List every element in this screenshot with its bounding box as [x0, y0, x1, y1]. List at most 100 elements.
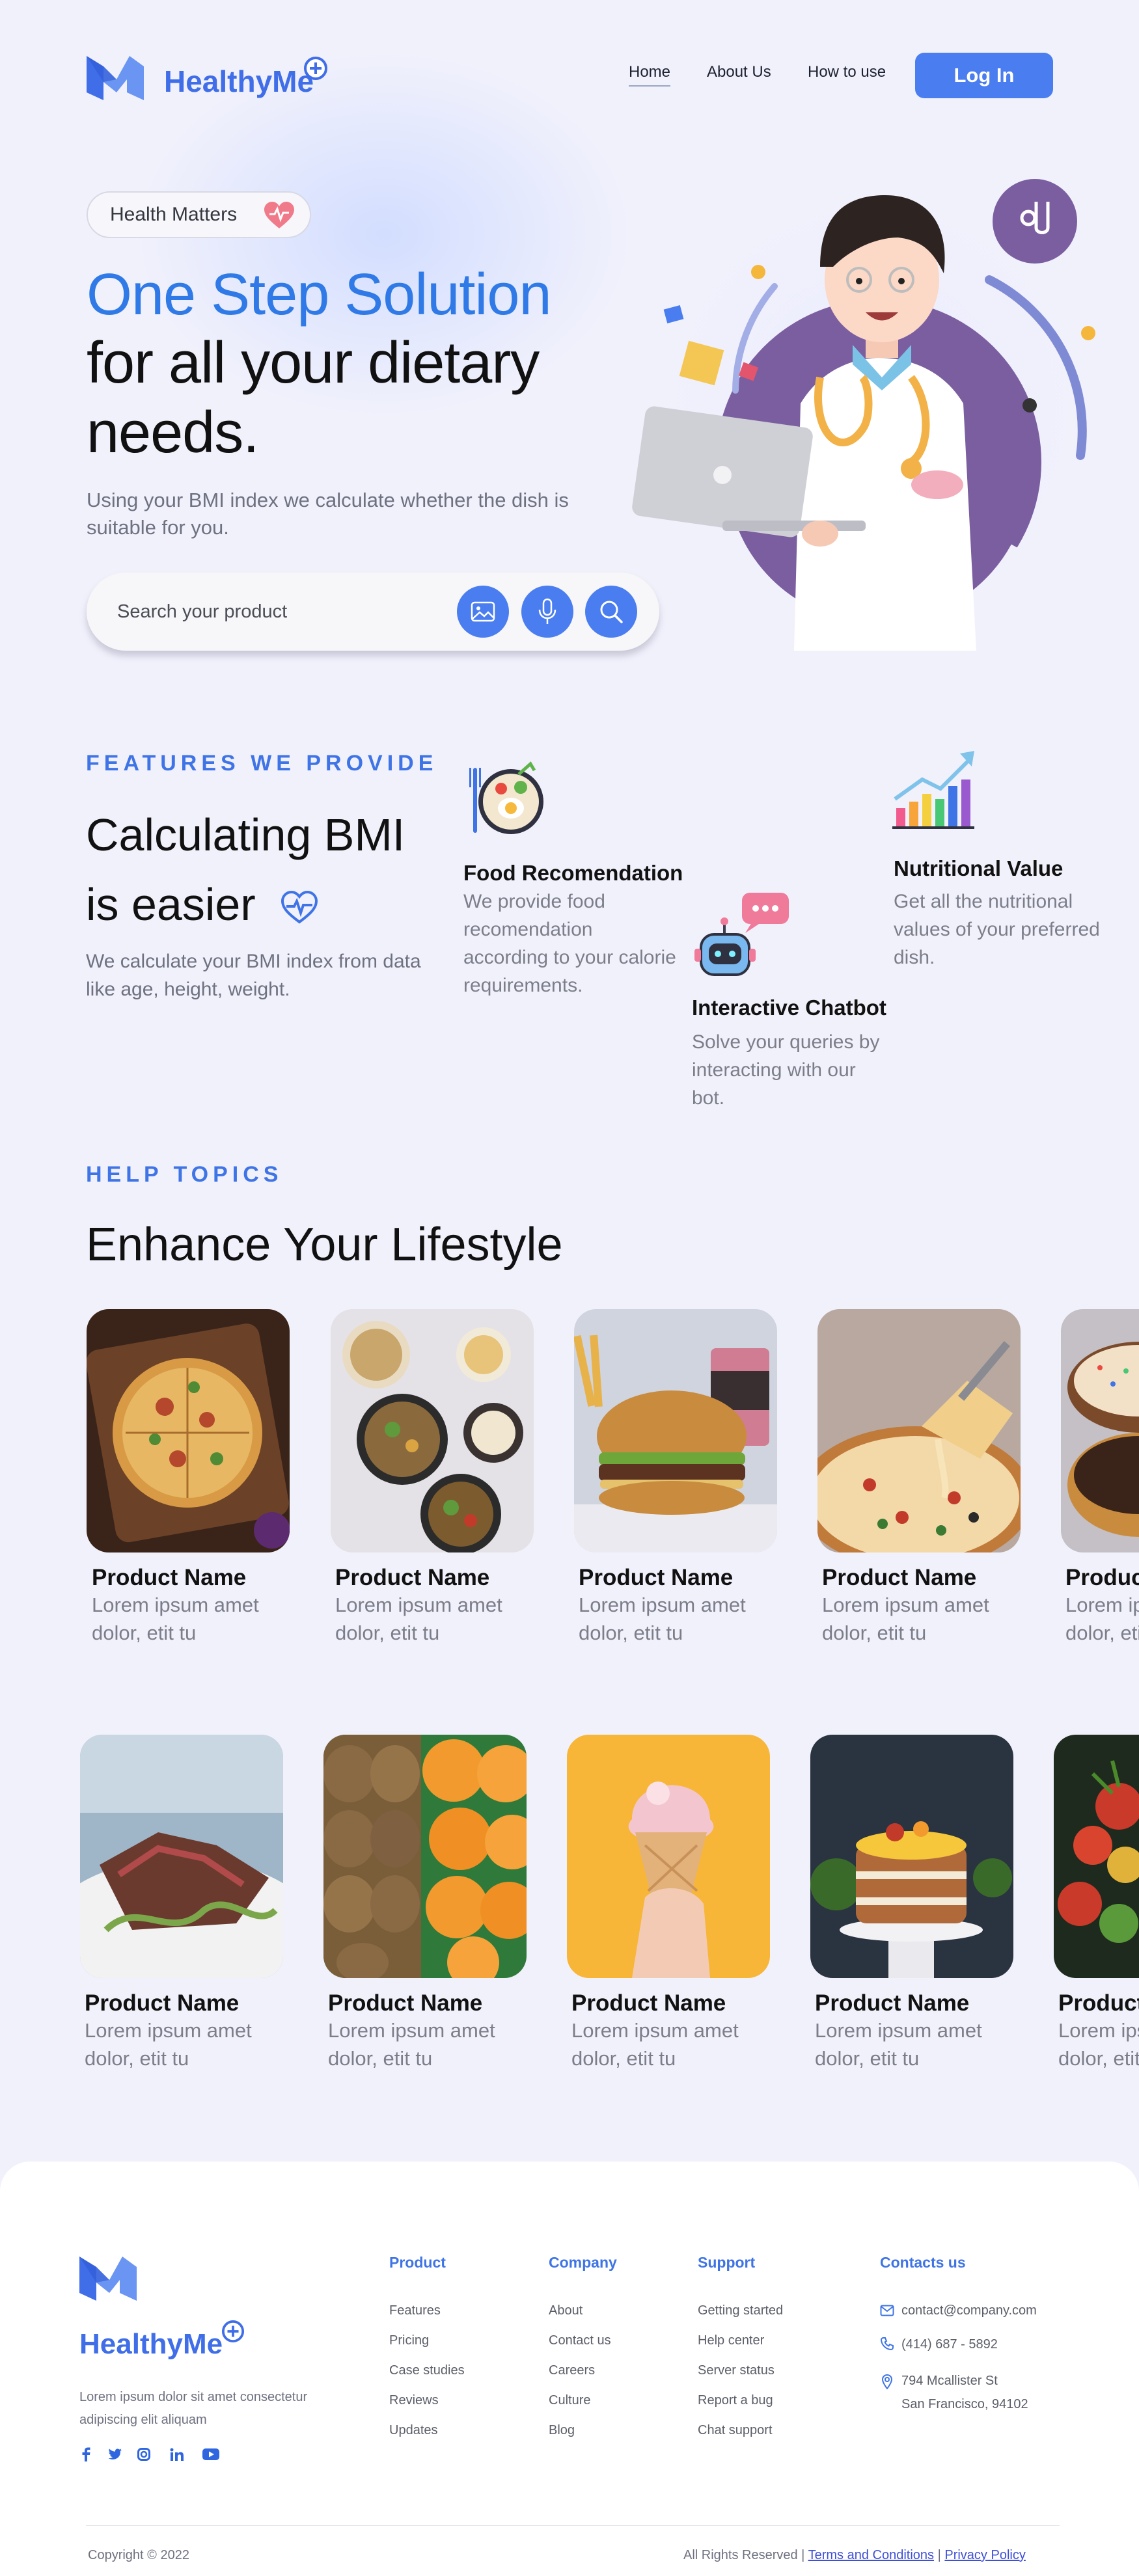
logo-mark-icon[interactable] — [87, 53, 144, 100]
product-card-4[interactable]: Product Name Lorem ipsum amet dolor, eti… — [822, 1565, 1037, 1647]
product-card-6[interactable]: Product Name Lorem ipsum amet dolor, eti… — [85, 1990, 299, 2072]
terms-link[interactable]: Terms and Conditions — [808, 2548, 934, 2562]
bar-chart-growth-icon — [892, 751, 974, 829]
footer-link-features[interactable]: Features — [389, 2303, 441, 2318]
footer-link-careers[interactable]: Careers — [549, 2363, 595, 2378]
product-name: Product Name — [571, 1990, 726, 2016]
plus-icon — [304, 57, 327, 80]
steak-photo[interactable] — [80, 1735, 283, 1978]
footer-contact-phone[interactable]: (414) 687 - 5892 — [901, 2337, 998, 2352]
instagram-icon[interactable] — [135, 2447, 153, 2462]
footer-contact-email[interactable]: contact@company.com — [901, 2303, 1037, 2318]
footer-heading-product: Product — [389, 2254, 446, 2271]
footer-link-about[interactable]: About — [549, 2303, 583, 2318]
legal-separator: | — [937, 2548, 941, 2562]
login-button[interactable]: Log In — [915, 53, 1053, 98]
burger-photo[interactable] — [574, 1309, 777, 1552]
footer-link-contact-us[interactable]: Contact us — [549, 2333, 611, 2348]
footer-link-pricing[interactable]: Pricing — [389, 2333, 429, 2348]
hero-title-line2: for all your dietary — [87, 331, 540, 396]
product-card-1[interactable]: Product Name Lorem ipsum amet dolor, eti… — [92, 1565, 307, 1647]
product-name: Product Name — [1058, 1990, 1139, 2016]
footer-heading-support: Support — [698, 2254, 756, 2271]
rights-text: All Rights Reserved | — [683, 2548, 805, 2562]
vegetables-photo[interactable] — [1054, 1735, 1139, 1978]
youtube-icon[interactable] — [202, 2447, 220, 2462]
product-desc: Lorem ipsum amet dolor, etit tu — [579, 1593, 746, 1644]
footer-contact-address-1: 794 Mcallister St — [901, 2374, 998, 2388]
badge-label: Health Matters — [110, 204, 238, 225]
search-icon — [600, 601, 623, 623]
image-search-button[interactable] — [457, 586, 509, 638]
product-card-2[interactable]: Product Name Lorem ipsum amet dolor, eti… — [335, 1565, 550, 1647]
product-card-3[interactable]: Product Name Lorem ipsum amet dolor, eti… — [579, 1565, 793, 1647]
logo-text[interactable]: HealthyMe — [164, 64, 314, 99]
image-icon — [471, 601, 495, 622]
twitter-icon[interactable] — [105, 2447, 124, 2462]
cake-photo[interactable] — [810, 1735, 1013, 1978]
food-bowl-icon — [469, 761, 543, 834]
product-desc: Lorem ipsum amet dolor, etit tu — [335, 1593, 502, 1644]
hero-subtitle: Using your BMI index we calculate whethe… — [87, 489, 569, 539]
nav-about-us[interactable]: About Us — [707, 63, 771, 81]
product-name: Product Name — [85, 1990, 240, 2016]
product-card-8[interactable]: Product Name Lorem ipsum amet dolor, eti… — [571, 1990, 786, 2072]
product-card-9[interactable]: Product Name Lorem ipsum amet dolor, eti… — [815, 1990, 1030, 2072]
microphone-icon — [538, 598, 556, 624]
privacy-link[interactable]: Privacy Policy — [944, 2548, 1025, 2562]
donut-photo[interactable] — [1061, 1309, 1139, 1552]
product-card-5[interactable]: Product Name Lorem ipsum amet dolor, eti… — [1065, 1565, 1139, 1647]
footer-link-server-status[interactable]: Server status — [698, 2363, 775, 2378]
product-name: Product Name — [335, 1565, 490, 1590]
product-name: Product Name — [579, 1565, 734, 1590]
hero-title-line3: needs. — [87, 400, 259, 465]
product-name: Product Name — [822, 1565, 977, 1590]
footer-heading-company: Company — [549, 2254, 617, 2271]
footer-link-case-studies[interactable]: Case studies — [389, 2363, 465, 2378]
cheese-pizza-photo[interactable] — [817, 1309, 1021, 1552]
footer-link-getting-started[interactable]: Getting started — [698, 2303, 783, 2318]
ice-cream-photo[interactable] — [567, 1735, 770, 1978]
help-title: Enhance Your Lifestyle — [86, 1219, 563, 1271]
footer-link-help-center[interactable]: Help center — [698, 2333, 764, 2348]
footer-link-updates[interactable]: Updates — [389, 2423, 438, 2438]
features-subtitle: We calculate your BMI index from data li… — [86, 951, 421, 1000]
facebook-icon[interactable] — [77, 2447, 95, 2462]
feature-title-nutrition: Nutritional Value — [894, 856, 1064, 880]
fruit-crate-photo[interactable] — [323, 1735, 527, 1978]
plus-icon — [221, 2320, 245, 2343]
product-name: Product Name — [92, 1565, 247, 1590]
legal-links: All Rights Reserved | Terms and Conditio… — [683, 2548, 1026, 2563]
feature-desc-chatbot: Solve your queries by interacting with o… — [692, 1031, 880, 1109]
product-desc: Lorem ipsum amet dolor, etit tu — [815, 2019, 982, 2070]
linkedin-icon[interactable] — [168, 2447, 186, 2462]
footer-link-chat-support[interactable]: Chat support — [698, 2423, 773, 2438]
features-kicker: FEATURES WE PROVIDE — [86, 751, 438, 776]
footer-logo-text[interactable]: HealthyMe — [79, 2328, 223, 2361]
product-card-10[interactable]: Product Name Lorem ipsum amet dolor, eti… — [1058, 1990, 1139, 2072]
product-desc: Lorem ipsum amet dolor, etit tu — [571, 2019, 739, 2070]
voice-search-button[interactable] — [521, 586, 573, 638]
footer-link-report-bug[interactable]: Report a bug — [698, 2393, 773, 2408]
mail-icon — [880, 2305, 894, 2316]
footer-link-culture[interactable]: Culture — [549, 2393, 590, 2408]
footer-link-reviews[interactable]: Reviews — [389, 2393, 439, 2408]
nav-how-to-use[interactable]: How to use — [808, 63, 886, 81]
product-name: Product Name — [328, 1990, 483, 2016]
copyright-text: Copyright © 2022 — [88, 2548, 189, 2562]
product-card-7[interactable]: Product Name Lorem ipsum amet dolor, eti… — [328, 1990, 543, 2072]
hero-title-highlight: One Step Solution — [87, 262, 552, 327]
product-name: Product Name — [1065, 1565, 1139, 1590]
nav-home[interactable]: Home — [629, 63, 671, 87]
pizza-photo[interactable] — [87, 1309, 290, 1552]
product-desc: Lorem ipsum amet dolor, etit tu — [1065, 1593, 1139, 1644]
product-desc: Lorem ipsum amet dolor, etit tu — [92, 1593, 259, 1644]
features-title-line1: Calculating BMI — [86, 809, 405, 860]
footer-logo-mark-icon[interactable] — [79, 2254, 137, 2301]
features-title-line2: is easier — [86, 879, 256, 930]
feature-title-food: Food Recomendation — [463, 861, 683, 885]
feature-desc-food: We provide food recomendation according … — [463, 891, 676, 996]
bowls-photo[interactable] — [331, 1309, 534, 1552]
search-input[interactable] — [117, 595, 430, 628]
footer-link-blog[interactable]: Blog — [549, 2423, 575, 2438]
